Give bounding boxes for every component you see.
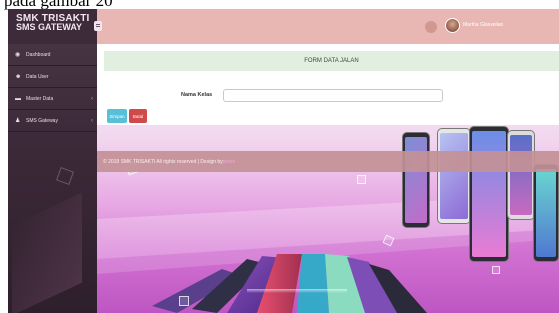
user-name[interactable]: Martha Glasvelian bbox=[463, 22, 503, 28]
sidebar-item-dashboard[interactable]: ◉ Dashboard bbox=[8, 44, 97, 66]
phone-illustration bbox=[533, 164, 559, 262]
notification-icon[interactable] bbox=[425, 21, 437, 33]
users-icon: ☻ bbox=[15, 73, 22, 80]
decorative-square bbox=[179, 296, 189, 306]
avatar[interactable] bbox=[445, 18, 460, 33]
brand-subtitle: SMS GATEWAY bbox=[16, 22, 83, 32]
user-icon: ♟ bbox=[15, 118, 21, 124]
phone-illustration bbox=[402, 132, 430, 228]
sidebar-item-master-data[interactable]: ▬ Master Data ‹ bbox=[8, 88, 97, 110]
decorative-square bbox=[492, 266, 500, 274]
chevron-left-icon: ‹ bbox=[91, 117, 93, 124]
decorative-square bbox=[357, 175, 366, 184]
app-window: SMK TRISAKTI SMS GATEWAY ◉ Dashboard ☻ D… bbox=[8, 9, 559, 313]
nama-kelas-label: Nama Kelas bbox=[181, 92, 213, 98]
footer-copyright: © 2018 SMK TRISAKTI All rights reserved … bbox=[103, 158, 223, 165]
phone-illustration bbox=[469, 126, 509, 262]
form-card: FORM DATA JALAN Nama Kelas Simpan Batal bbox=[97, 44, 559, 125]
sidebar-item-label: Master Data bbox=[26, 95, 54, 102]
sidebar-item-sms-gateway[interactable]: ♟ SMS Gateway ‹ bbox=[8, 110, 97, 132]
nama-kelas-input[interactable] bbox=[223, 89, 443, 102]
main-content: FORM DATA JALAN Nama Kelas Simpan Batal … bbox=[97, 44, 559, 313]
sidebar-item-data-user[interactable]: ☻ Data User bbox=[8, 66, 97, 88]
sidebar-item-label: Data User bbox=[26, 73, 49, 80]
sidebar: SMK TRISAKTI SMS GATEWAY ◉ Dashboard ☻ D… bbox=[8, 9, 97, 313]
sidebar-item-label: SMS Gateway bbox=[26, 117, 58, 124]
phone-illustration bbox=[507, 130, 535, 220]
phone-illustration bbox=[437, 128, 471, 224]
sidebar-background-square bbox=[56, 167, 74, 185]
form-title: FORM DATA JALAN bbox=[104, 51, 559, 71]
sidebar-background-decoration bbox=[12, 192, 82, 313]
footer-designer-link[interactable]: press bbox=[223, 159, 235, 165]
folder-icon: ▬ bbox=[15, 95, 21, 102]
chevron-left-icon: ‹ bbox=[91, 95, 93, 102]
cancel-button[interactable]: Batal bbox=[129, 109, 147, 123]
dashboard-icon: ◉ bbox=[15, 52, 21, 58]
sidebar-item-label: Dashboard bbox=[26, 51, 51, 58]
page: pada gambar 20 SMK TRISAKTI SMS GATEWAY … bbox=[0, 0, 559, 313]
footer: © 2018 SMK TRISAKTI All rights reserved … bbox=[97, 151, 559, 172]
save-button[interactable]: Simpan bbox=[107, 109, 127, 123]
brand-logo[interactable]: SMK TRISAKTI SMS GATEWAY bbox=[8, 9, 97, 44]
menu-toggle-icon[interactable] bbox=[94, 21, 102, 31]
